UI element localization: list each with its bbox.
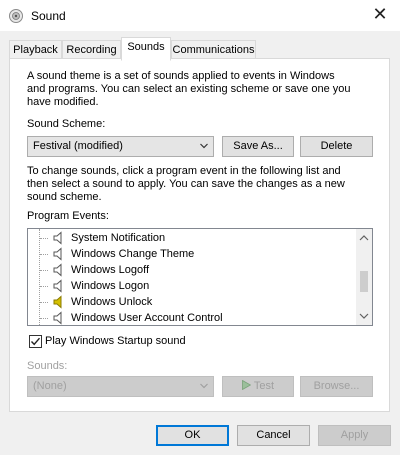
play-startup-label[interactable]: Play Windows Startup sound — [45, 335, 186, 348]
event-label: Windows Logoff — [71, 264, 150, 276]
tree-branch — [40, 286, 48, 287]
speaker-active-icon — [53, 295, 62, 309]
tree-branch — [40, 270, 48, 271]
program-events-list[interactable]: System Notification Windows Change Theme… — [27, 228, 373, 326]
intro-text-line: and programs. You can select an existing… — [27, 83, 351, 95]
program-events-label: Program Events: — [27, 210, 109, 222]
scroll-down-icon[interactable] — [359, 311, 369, 321]
change-text-line: To change sounds, click a program event … — [27, 165, 341, 177]
tab-recording[interactable]: Recording — [62, 40, 121, 60]
ok-button[interactable]: OK — [156, 425, 229, 446]
speaker-icon — [53, 311, 62, 325]
change-text-line: sound scheme. — [27, 191, 102, 203]
scrollbar-thumb[interactable] — [360, 271, 368, 292]
chevron-down-icon — [200, 383, 208, 389]
speaker-icon — [53, 279, 62, 293]
list-item[interactable]: Windows User Account Control — [28, 310, 358, 325]
intro-text-line: A sound theme is a set of sounds applied… — [27, 70, 335, 82]
play-startup-checkbox[interactable] — [29, 335, 42, 348]
list-item[interactable]: System Notification — [28, 230, 358, 246]
vertical-scrollbar[interactable] — [356, 229, 372, 325]
play-icon — [242, 380, 251, 390]
sounds-value: (None) — [33, 380, 67, 392]
intro-text-line: have modified. — [27, 96, 99, 108]
speaker-app-icon — [8, 8, 24, 24]
event-label: Windows Change Theme — [71, 248, 195, 260]
sounds-label: Sounds: — [27, 360, 68, 372]
sounds-select[interactable]: (None) — [27, 376, 214, 397]
close-icon: ✕ — [372, 4, 388, 24]
test-button[interactable]: Test — [222, 376, 294, 397]
sound-scheme-select[interactable]: Festival (modified) — [27, 136, 214, 157]
sound-scheme-value: Festival (modified) — [33, 140, 123, 152]
speaker-icon — [53, 263, 62, 277]
browse-button[interactable]: Browse... — [300, 376, 373, 397]
tree-branch — [40, 254, 48, 255]
tab-sounds[interactable]: Sounds — [121, 37, 171, 61]
list-item[interactable]: Windows Change Theme — [28, 246, 358, 262]
speaker-icon — [53, 247, 62, 261]
tab-communications[interactable]: Communications — [171, 40, 256, 60]
event-label: Windows Logon — [71, 280, 150, 292]
event-label: Windows Unlock — [71, 296, 153, 308]
event-label: System Notification — [71, 232, 166, 244]
event-label: Windows User Account Control — [71, 312, 223, 324]
speaker-icon — [53, 231, 62, 245]
window-title: Sound — [31, 9, 66, 23]
tab-playback[interactable]: Playback — [9, 40, 62, 60]
checkmark-icon — [30, 337, 41, 346]
list-item[interactable]: Windows Unlock — [28, 294, 358, 310]
tree-branch — [40, 318, 48, 319]
apply-button[interactable]: Apply — [318, 425, 391, 446]
sound-scheme-label: Sound Scheme: — [27, 118, 106, 130]
test-label: Test — [253, 380, 275, 392]
cancel-button[interactable]: Cancel — [237, 425, 310, 446]
close-button[interactable]: ✕ — [360, 0, 400, 31]
tree-branch — [40, 302, 48, 303]
change-text-line: then select a sound to apply. You can sa… — [27, 178, 345, 190]
delete-button[interactable]: Delete — [300, 136, 373, 157]
list-item[interactable]: Windows Logoff — [28, 262, 358, 278]
save-as-button[interactable]: Save As... — [222, 136, 294, 157]
list-item[interactable]: Windows Logon — [28, 278, 358, 294]
tree-branch — [40, 238, 48, 239]
chevron-down-icon — [200, 143, 208, 149]
scroll-up-icon[interactable] — [359, 233, 369, 243]
